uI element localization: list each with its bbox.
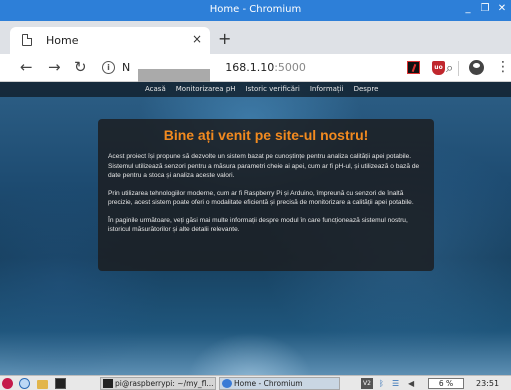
extension-icon[interactable] [407, 61, 420, 74]
browser-menu-icon[interactable]: ⋮ [496, 58, 510, 76]
intro-paragraph-2: Prin utilizarea tehnologiilor moderne, c… [108, 189, 414, 207]
raspberry-menu-icon[interactable] [2, 378, 13, 389]
nav-link-acasa[interactable]: Acasă [145, 85, 166, 93]
window-title: Home - Chromium [209, 4, 302, 15]
minimize-button[interactable]: _ [463, 3, 473, 14]
tab-strip: Home × + [0, 21, 511, 54]
taskbar-item-chromium[interactable]: Home - Chromium [219, 377, 340, 390]
vnc-icon[interactable]: V2 [361, 378, 373, 389]
info-icon[interactable]: i [102, 61, 115, 74]
toolbar-divider [458, 61, 459, 76]
new-tab-button[interactable]: + [218, 31, 231, 47]
reload-button[interactable]: ↻ [74, 58, 87, 76]
terminal-icon [103, 379, 113, 388]
file-manager-icon[interactable] [37, 380, 48, 389]
url-prefix: N [122, 61, 131, 74]
close-window-button[interactable]: ✕ [497, 3, 507, 14]
forward-button[interactable]: → [48, 58, 61, 76]
ublock-icon[interactable]: uo [432, 61, 445, 75]
maximize-button[interactable]: ❐ [480, 3, 490, 14]
cpu-usage-indicator: 6 % [428, 378, 464, 389]
tab-close-icon[interactable]: × [192, 32, 202, 46]
window-titlebar: Home - Chromium _ ❐ ✕ [0, 0, 511, 21]
taskbar-item-label: Home - Chromium [234, 379, 303, 388]
nav-link-monitorizare-ph[interactable]: Monitorizarea pH [176, 85, 236, 93]
account-icon[interactable] [469, 60, 484, 75]
chromium-icon [222, 379, 232, 388]
url-host: 168.1.10 [225, 61, 275, 74]
terminal-launcher-icon[interactable] [55, 378, 66, 389]
browser-launcher-icon[interactable] [19, 378, 30, 389]
url-port: :5000 [274, 61, 306, 74]
nav-link-despre[interactable]: Despre [354, 85, 379, 93]
wifi-icon[interactable]: ☰ [392, 378, 399, 389]
os-taskbar: pi@raspberrypi: ~/my_fl... Home - Chromi… [0, 375, 511, 390]
taskbar-item-terminal[interactable]: pi@raspberrypi: ~/my_fl... [100, 377, 216, 390]
intro-paragraph-1: Acest proiect își propune să dezvolte un… [108, 153, 420, 179]
tab-home[interactable]: Home × [10, 27, 210, 54]
page-viewport: Acasă Monitorizarea pH Istoric verificăr… [0, 82, 511, 375]
welcome-heading: Bine ați venit pe site-ul nostru! [163, 127, 369, 143]
zoom-icon[interactable]: ⌕ [446, 61, 453, 76]
nav-link-istoric[interactable]: Istoric verificări [246, 85, 300, 93]
welcome-card: Bine ați venit pe site-ul nostru! Acest … [98, 119, 434, 271]
site-navbar: Acasă Monitorizarea pH Istoric verificăr… [0, 82, 511, 97]
taskbar-item-label: pi@raspberrypi: ~/my_fl... [115, 379, 214, 388]
page-icon [22, 34, 32, 46]
volume-icon[interactable]: ◀ [408, 378, 414, 389]
intro-paragraph-3: În paginile următoare, veți găsi mai mul… [108, 216, 408, 234]
clock[interactable]: 23:51 [476, 378, 499, 389]
bluetooth-icon[interactable]: ᛒ [379, 378, 384, 389]
back-button[interactable]: ← [20, 58, 33, 76]
tab-title: Home [46, 34, 79, 47]
nav-link-informatii[interactable]: Informații [310, 85, 344, 93]
